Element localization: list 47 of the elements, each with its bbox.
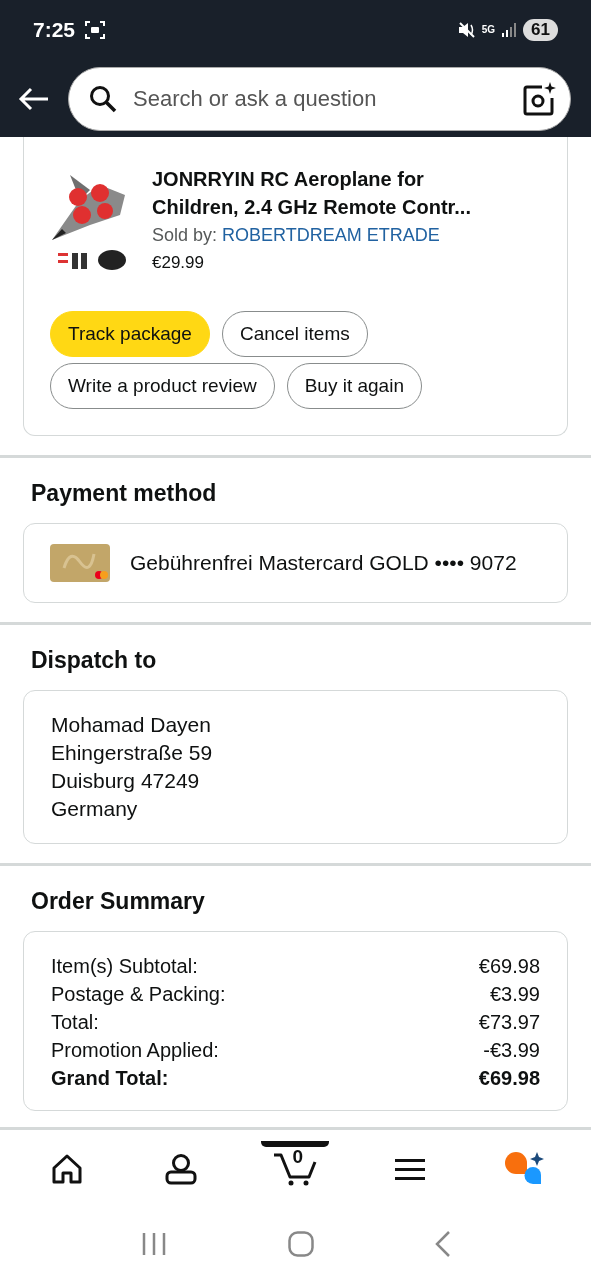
section-heading: Order Summary: [31, 888, 206, 915]
recent-apps-icon[interactable]: [140, 1232, 167, 1256]
battery-level: 61: [523, 19, 558, 41]
home-icon: [51, 1154, 84, 1184]
summary-value: -€3.99: [483, 1038, 540, 1063]
cart-count: 0: [292, 1146, 304, 1168]
address-line: Duisburg 47249: [51, 768, 201, 794]
sold-by-text: Sold by: ROBERTDREAM ETRADE: [152, 224, 441, 247]
address-line: Ehingerstraße 59: [51, 740, 214, 766]
track-button[interactable]: Track package: [50, 311, 210, 357]
summary-value: €69.98: [478, 1066, 540, 1091]
section-heading: Payment method: [31, 480, 218, 507]
summary-label: Grand Total:: [51, 1066, 169, 1091]
card-name: Gebührenfrei Mastercard GOLD •••• 9072: [130, 551, 517, 575]
summary-label: Item(s) Subtotal:: [51, 954, 198, 979]
summary-value: €3.99: [489, 982, 540, 1007]
product-price: €29.99: [152, 252, 205, 274]
account-icon: [165, 1153, 198, 1185]
action-button[interactable]: Cancel items: [221, 311, 368, 357]
seller-link[interactable]: ROBERTDREAM ETRADE: [222, 225, 440, 245]
camera-icon[interactable]: [522, 81, 556, 116]
summary-label: Promotion Applied:: [51, 1038, 219, 1063]
product-title[interactable]: JONRRYIN RC Aeroplane for Children, 2.4 GHz Remote Contr...: [152, 165, 497, 221]
action-button[interactable]: Write a product review: [50, 363, 275, 409]
cart-icon: [273, 1152, 318, 1186]
payment-card[interactable]: Gebührenfrei Mastercard GOLD •••• 9072: [23, 523, 568, 603]
back-icon[interactable]: [434, 1231, 451, 1257]
signal-icon: [501, 22, 518, 38]
screenshot-icon: [85, 21, 106, 39]
search-icon: [89, 84, 117, 113]
action-button[interactable]: Buy it again: [286, 363, 422, 409]
summary-value: €69.98: [478, 954, 540, 979]
address-line: Germany: [51, 796, 139, 822]
status-time: 7:25: [33, 18, 76, 42]
summary-label: Total:: [51, 1010, 99, 1035]
summary-label: Postage & Packing:: [51, 982, 226, 1007]
home-button-icon[interactable]: [287, 1231, 314, 1257]
summary-value: €73.97: [478, 1010, 540, 1035]
menu-icon: [394, 1157, 425, 1181]
mute-icon: [457, 21, 476, 39]
network-label: 5G: [481, 25, 496, 35]
search-bar[interactable]: Search or ask a question: [68, 66, 571, 131]
back-arrow-icon[interactable]: [18, 86, 50, 111]
section-heading: Dispatch to: [31, 647, 158, 674]
credit-card-icon: [50, 544, 110, 582]
assistant-icon: [503, 1151, 544, 1187]
address-line: Mohamad Dayen: [51, 712, 212, 738]
